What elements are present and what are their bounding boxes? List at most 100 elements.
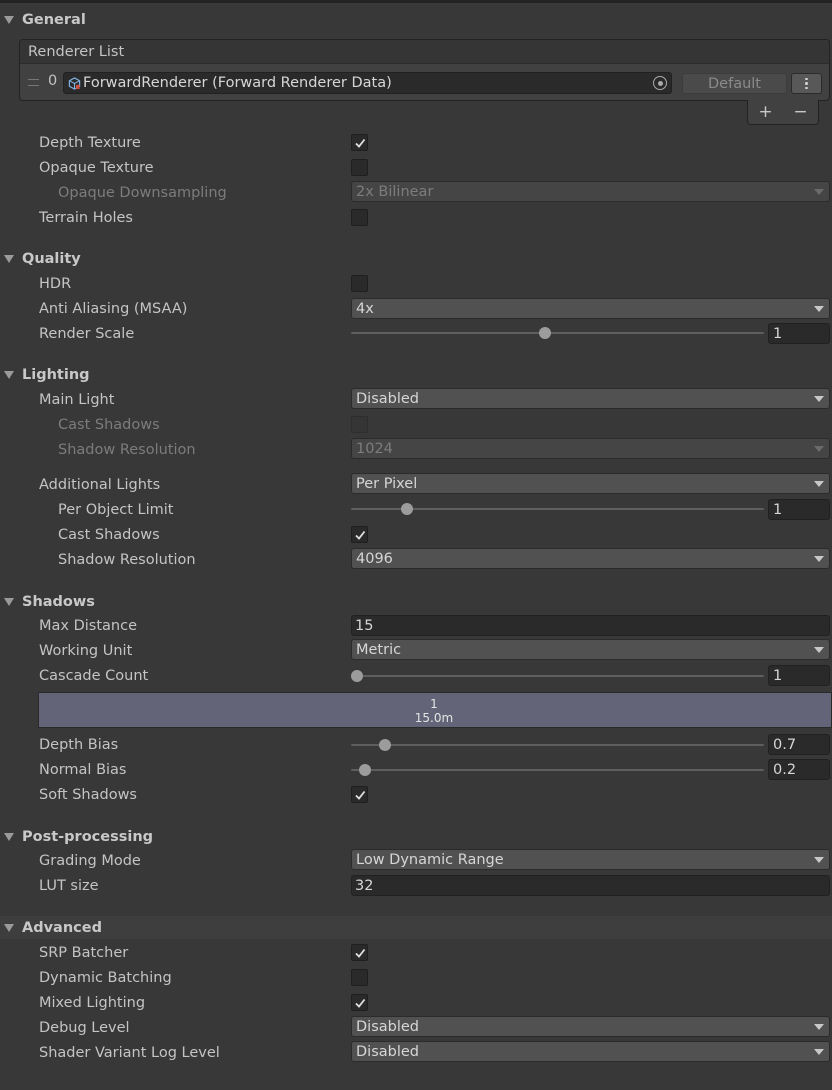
lut-size-label: LUT size — [39, 878, 99, 894]
hdr-label: HDR — [39, 276, 72, 292]
working-unit-label: Working Unit — [39, 643, 133, 659]
dropdown-arrow-icon — [814, 396, 824, 402]
max-distance-value: 15 — [355, 617, 374, 634]
additional-cast-shadows-label: Cast Shadows — [58, 527, 160, 543]
kebab-menu-icon — [805, 77, 808, 90]
object-picker-icon[interactable] — [653, 76, 667, 90]
checkmark-icon — [354, 948, 365, 958]
normal-bias-label: Normal Bias — [39, 762, 127, 778]
depth-texture-label: Depth Texture — [39, 135, 141, 151]
normal-bias-slider-thumb[interactable] — [359, 764, 372, 776]
section-title: Advanced — [22, 919, 102, 936]
dropdown-value: 4x — [356, 300, 374, 317]
normal-bias-slider-track[interactable] — [351, 769, 764, 771]
depth-bias-slider-thumb[interactable] — [379, 739, 392, 751]
mixed-lighting-checkbox[interactable] — [351, 994, 368, 1011]
foldout-arrow-icon — [4, 370, 14, 379]
grading-mode-label: Grading Mode — [39, 853, 141, 869]
renderer-menu-button[interactable] — [791, 73, 822, 94]
dropdown-value: 1024 — [356, 440, 393, 457]
dropdown-value: Disabled — [356, 390, 419, 407]
remove-renderer-button[interactable]: − — [793, 102, 807, 122]
add-renderer-button[interactable]: + — [758, 102, 772, 122]
section-general-header[interactable]: General — [0, 8, 832, 31]
dynamic-batching-checkbox[interactable] — [351, 969, 368, 986]
depth-bias-field[interactable]: 0.7 — [768, 734, 830, 755]
renderer-list-item[interactable]: 0 ForwardRenderer (Forward Renderer Data… — [20, 65, 829, 101]
main-shadow-resolution-label: Shadow Resolution — [58, 442, 196, 458]
renderer-asset-icon — [68, 76, 81, 90]
depth-texture-checkbox[interactable] — [351, 134, 368, 151]
section-title: Quality — [22, 250, 81, 267]
cascade-count-slider-track[interactable] — [351, 675, 764, 677]
dropdown-value: 2x Bilinear — [356, 183, 434, 200]
dropdown-value: Metric — [356, 641, 402, 658]
drag-handle-icon[interactable] — [28, 79, 39, 86]
msaa-dropdown[interactable]: 4x — [351, 298, 830, 319]
section-title: Post-processing — [22, 828, 154, 845]
mixed-lighting-label: Mixed Lighting — [39, 995, 146, 1011]
dropdown-value: 4096 — [356, 550, 393, 567]
render-scale-slider-thumb[interactable] — [539, 327, 552, 339]
opaque-texture-label: Opaque Texture — [39, 160, 154, 176]
render-scale-field[interactable]: 1 — [768, 323, 830, 344]
cascade-distance: 15.0m — [414, 711, 454, 725]
render-scale-value: 1 — [773, 325, 783, 342]
per-object-limit-slider-thumb[interactable] — [401, 503, 414, 515]
checkmark-icon — [354, 998, 365, 1008]
main-light-dropdown[interactable]: Disabled — [351, 388, 830, 409]
dropdown-arrow-icon — [814, 306, 824, 312]
foldout-arrow-icon — [4, 15, 14, 24]
dynamic-batching-label: Dynamic Batching — [39, 970, 172, 986]
section-lighting-header[interactable]: Lighting — [0, 363, 832, 386]
terrain-holes-checkbox[interactable] — [351, 209, 368, 226]
per-object-limit-label: Per Object Limit — [58, 502, 174, 518]
section-title: Shadows — [22, 593, 95, 610]
section-title: General — [22, 11, 86, 28]
hdr-checkbox[interactable] — [351, 275, 368, 292]
additional-lights-dropdown[interactable]: Per Pixel — [351, 473, 830, 494]
checkmark-icon — [354, 790, 365, 800]
dropdown-arrow-icon — [814, 857, 824, 863]
cascade-count-field[interactable]: 1 — [768, 665, 830, 686]
section-quality-header[interactable]: Quality — [0, 247, 832, 270]
main-shadow-resolution-dropdown: 1024 — [351, 438, 830, 459]
render-scale-label: Render Scale — [39, 326, 135, 342]
section-shadows-header[interactable]: Shadows — [0, 590, 832, 613]
normal-bias-field[interactable]: 0.2 — [768, 759, 830, 780]
checkmark-icon — [354, 138, 365, 148]
renderer-list-title: Renderer List — [28, 43, 125, 60]
additional-cast-shadows-checkbox[interactable] — [351, 526, 368, 543]
section-advanced-header[interactable]: Advanced — [0, 916, 832, 939]
cascade-count-slider-thumb[interactable] — [351, 670, 363, 682]
renderer-object-field[interactable]: ForwardRenderer (Forward Renderer Data) — [63, 72, 672, 94]
per-object-limit-field[interactable]: 1 — [768, 499, 830, 520]
depth-bias-label: Depth Bias — [39, 737, 119, 753]
lut-size-field[interactable]: 32 — [351, 875, 830, 896]
msaa-label: Anti Aliasing (MSAA) — [39, 301, 188, 317]
render-scale-slider-track[interactable] — [351, 332, 764, 334]
section-post-processing-header[interactable]: Post-processing — [0, 825, 832, 848]
renderer-list-header: Renderer List — [20, 40, 829, 64]
working-unit-dropdown[interactable]: Metric — [351, 639, 830, 660]
debug-level-dropdown[interactable]: Disabled — [351, 1016, 830, 1037]
depth-bias-slider-track[interactable] — [351, 744, 764, 746]
grading-mode-dropdown[interactable]: Low Dynamic Range — [351, 849, 830, 870]
additional-shadow-resolution-dropdown[interactable]: 4096 — [351, 548, 830, 569]
lut-size-value: 32 — [355, 877, 374, 894]
debug-level-label: Debug Level — [39, 1020, 130, 1036]
srp-batcher-checkbox[interactable] — [351, 944, 368, 961]
section-title: Lighting — [22, 366, 90, 383]
renderer-name: ForwardRenderer (Forward Renderer Data) — [83, 75, 392, 91]
shader-variant-log-level-dropdown[interactable]: Disabled — [351, 1041, 830, 1062]
max-distance-field[interactable]: 15 — [351, 615, 830, 636]
cascade-split-bar[interactable]: 1 15.0m — [38, 692, 832, 728]
soft-shadows-label: Soft Shadows — [39, 787, 137, 803]
dropdown-arrow-icon — [814, 446, 824, 452]
renderer-list: Renderer List 0 ForwardRenderer (Forward… — [19, 39, 830, 101]
set-default-button[interactable]: Default — [682, 73, 787, 94]
opaque-texture-checkbox[interactable] — [351, 159, 368, 176]
soft-shadows-checkbox[interactable] — [351, 786, 368, 803]
dropdown-arrow-icon — [814, 481, 824, 487]
terrain-holes-label: Terrain Holes — [39, 210, 133, 226]
